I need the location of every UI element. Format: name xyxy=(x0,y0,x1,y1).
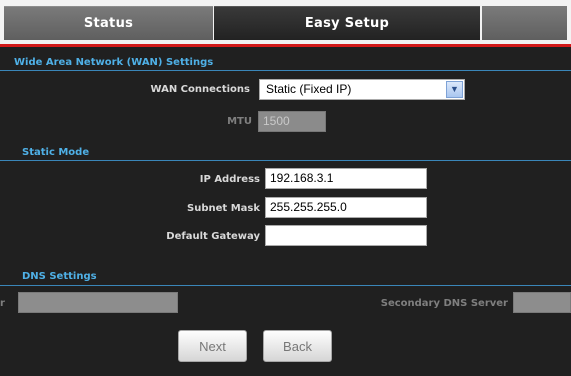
wan-connections-value: Static (Fixed IP) xyxy=(266,82,352,96)
next-button[interactable]: Next xyxy=(178,330,247,362)
tab-status-label: Status xyxy=(83,15,134,31)
primary-dns-field[interactable] xyxy=(18,292,178,313)
dns-section-divider xyxy=(0,285,571,286)
static-mode-section-title: Static Mode xyxy=(22,147,90,158)
mtu-label: MTU xyxy=(227,116,252,127)
wan-section-divider xyxy=(0,70,571,71)
default-gateway-label: Default Gateway xyxy=(166,231,260,242)
wan-connections-select[interactable]: Static (Fixed IP) ▼ xyxy=(259,79,465,100)
dns-section-title: DNS Settings xyxy=(22,271,97,282)
default-gateway-field[interactable] xyxy=(265,225,427,246)
tab-status[interactable]: Status xyxy=(4,6,213,40)
back-button[interactable]: Back xyxy=(263,330,332,362)
mtu-field[interactable]: 1500 xyxy=(258,111,326,132)
tab-easy-setup[interactable]: Easy Setup xyxy=(214,6,480,40)
active-tab-underline xyxy=(0,44,571,47)
wan-connections-label: WAN Connections xyxy=(150,84,250,95)
static-mode-section-divider xyxy=(0,160,571,161)
chevron-down-icon[interactable]: ▼ xyxy=(446,81,463,98)
ip-address-label: IP Address xyxy=(199,174,260,185)
router-setup-panel: Status Easy Setup Wide Area Network (WAN… xyxy=(0,0,571,376)
secondary-dns-field[interactable] xyxy=(513,292,571,313)
wan-section-title: Wide Area Network (WAN) Settings xyxy=(14,57,214,68)
primary-dns-label: r xyxy=(0,298,5,309)
subnet-mask-field[interactable]: 255.255.255.0 xyxy=(265,197,427,218)
secondary-dns-label: Secondary DNS Server xyxy=(380,298,508,309)
subnet-mask-label: Subnet Mask xyxy=(187,203,260,214)
ip-address-field[interactable]: 192.168.3.1 xyxy=(265,168,427,189)
tab-easy-setup-label: Easy Setup xyxy=(304,15,390,31)
top-nav-bar: Status Easy Setup xyxy=(0,0,571,44)
tab-more[interactable] xyxy=(482,6,567,40)
